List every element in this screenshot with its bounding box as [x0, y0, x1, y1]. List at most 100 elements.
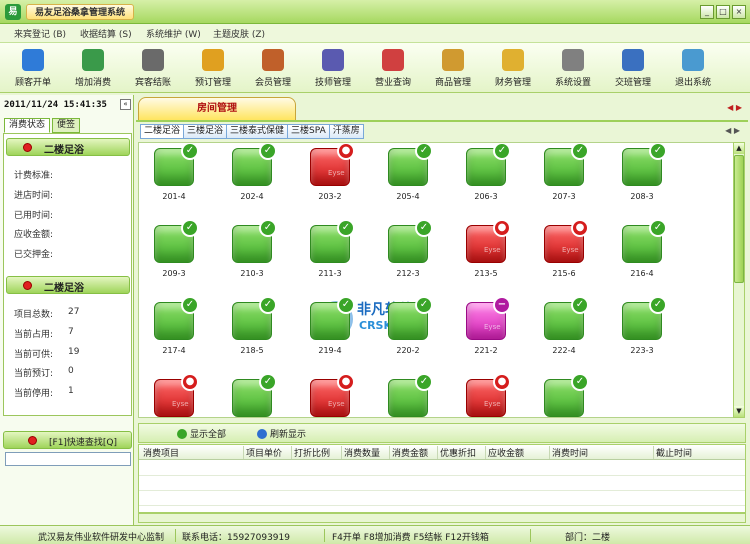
scroll-up-icon[interactable]: ▲ [734, 143, 744, 154]
room-tile[interactable]: ✓ [219, 373, 279, 417]
room-tile[interactable]: ✓ [531, 373, 591, 417]
room-grid-scrollbar[interactable]: ▲ ▼ [733, 142, 745, 418]
room-number: 212-3 [396, 269, 420, 278]
toolbar-button-7[interactable]: 商品管理 [424, 47, 482, 91]
room-tile[interactable]: ✓ 217-4 [141, 296, 201, 362]
menu-bar: 来宾登记 (B) 收据结算 (S) 系统维护 (W) 主题皮肤 (Z) [0, 24, 750, 43]
room-tile[interactable]: ✓ 211-3 [297, 219, 357, 285]
main-area: 房间管理 ◀ ▶ 二楼足浴 三楼足浴 三楼泰式保健 三楼SPA 汗蒸房 ◀ ▶ … [136, 95, 748, 525]
occupied-icon: ● [493, 373, 511, 391]
menu-guest-register[interactable]: 来宾登记 (B) [14, 27, 66, 40]
quick-search-input[interactable] [5, 452, 131, 466]
menu-checkout[interactable]: 收据结算 (S) [80, 27, 132, 40]
toolbar-button-1[interactable]: 增加消费 [64, 47, 122, 91]
toolbar-button-6[interactable]: 营业查询 [364, 47, 422, 91]
room-tile[interactable]: ✓ 216-4 [609, 219, 669, 285]
room-tile[interactable]: Eyse ● [297, 373, 357, 417]
toolbar-button-5[interactable]: 技师管理 [304, 47, 362, 91]
toolbar-button-4[interactable]: 会员管理 [244, 47, 302, 91]
status-phone: 联系电话：15927093919 [182, 533, 290, 543]
col-unit-price[interactable]: 项目单价 [243, 446, 282, 459]
room-tile[interactable]: Eyse ● 213-5 [453, 219, 513, 285]
toolbar-button-0[interactable]: 顾客开单 [4, 47, 62, 91]
toolbar-button-10[interactable]: 交班管理 [604, 47, 662, 91]
floor-tab-3f-spa[interactable]: 三楼SPA [287, 124, 330, 139]
table-row [139, 475, 745, 476]
toolbar-button-9[interactable]: 系统设置 [544, 47, 602, 91]
room-number: 222-4 [552, 346, 576, 355]
toolbar-button-8[interactable]: 财务管理 [484, 47, 542, 91]
floor-tab-3f-thai[interactable]: 三楼泰式保健 [226, 124, 289, 139]
scroll-down-icon[interactable]: ▼ [734, 406, 744, 417]
tab-notes[interactable]: 便签 [52, 118, 81, 133]
room-tile[interactable]: Eyse ● [141, 373, 201, 417]
reserved-icon: − [493, 296, 511, 314]
room-tile[interactable]: Eyse ● 215-6 [531, 219, 591, 285]
room-tile[interactable]: ✓ 208-3 [609, 143, 669, 208]
show-all-button[interactable]: 显示全部 [177, 427, 226, 440]
floor-tab-sauna[interactable]: 汗蒸房 [328, 124, 364, 139]
room-tile[interactable]: ✓ 205-4 [375, 143, 435, 208]
toolbar-button-3[interactable]: 预订管理 [184, 47, 242, 91]
page-nav-arrows-icon[interactable]: ◀ ▶ [727, 103, 742, 112]
minimize-button[interactable]: _ [700, 5, 714, 19]
col-quantity[interactable]: 消费数量 [341, 446, 380, 459]
room-tile[interactable]: ✓ 218-5 [219, 296, 279, 362]
status-shortcuts: F4开单 F8增加消费 F5结帐 F12开钱箱 [332, 533, 489, 543]
close-button[interactable]: × [732, 5, 746, 19]
col-amount[interactable]: 消费金额 [389, 446, 428, 459]
room-section-title: 二楼足浴 [44, 145, 84, 156]
toolbar-button-2[interactable]: 宾客结账 [124, 47, 182, 91]
refresh-button[interactable]: 刷新显示 [257, 427, 306, 440]
room-tile[interactable]: ✓ 201-4 [141, 143, 201, 208]
col-consume-time[interactable]: 消费时间 [549, 446, 588, 459]
room-tile[interactable]: ✓ [375, 373, 435, 417]
status-divider [175, 529, 176, 542]
status-dot-icon [28, 436, 37, 445]
floor-tab-2f-foot[interactable]: 二楼足浴 [140, 124, 185, 139]
available-check-icon: ✓ [181, 143, 199, 160]
col-discount-ratio[interactable]: 打折比例 [291, 446, 330, 459]
menu-theme-skin[interactable]: 主题皮肤 (Z) [213, 27, 265, 40]
col-end-time[interactable]: 截止时间 [653, 446, 692, 459]
room-tile[interactable]: Eyse − 221-2 [453, 296, 513, 362]
toolbar-button-label: 商品管理 [434, 78, 471, 88]
quick-search-header: [F1]快速查找[Q] [3, 431, 132, 449]
tab-consume-status[interactable]: 消费状态 [4, 118, 51, 133]
toolbar-button-label: 顾客开单 [14, 78, 51, 88]
room-tile[interactable]: ✓ 219-4 [297, 296, 357, 362]
room-tile[interactable]: Eyse ● [453, 373, 513, 417]
room-tile[interactable]: ✓ 207-3 [531, 143, 591, 208]
room-tile[interactable]: ✓ 212-3 [375, 219, 435, 285]
available-check-icon: ✓ [649, 143, 667, 160]
room-number: 220-2 [396, 346, 420, 355]
maximize-button[interactable]: □ [716, 5, 730, 19]
toolbar-button-label: 交班管理 [614, 78, 651, 88]
col-item[interactable]: 消费项目 [141, 446, 179, 459]
col-discount[interactable]: 优惠折扣 [437, 446, 476, 459]
room-tile[interactable]: ✓ 209-3 [141, 219, 201, 285]
menu-system-maintenance[interactable]: 系统维护 (W) [146, 27, 201, 40]
occupied-icon: ● [337, 373, 355, 391]
member-icon [262, 49, 284, 71]
available-check-icon: ✓ [649, 219, 667, 237]
room-tile[interactable]: ✓ 220-2 [375, 296, 435, 362]
floor-tab-3f-foot[interactable]: 三楼足浴 [183, 124, 228, 139]
room-tile[interactable]: ✓ 202-4 [219, 143, 279, 208]
scroll-thumb[interactable] [734, 155, 744, 283]
floor-tab-scroll-arrows-icon[interactable]: ◀ ▶ [725, 126, 740, 135]
col-due[interactable]: 应收金额 [485, 446, 524, 459]
reservation-icon [202, 49, 224, 71]
toolbar: 顾客开单 增加消费 宾客结账 预订管理 会员管理 技师管理 营业查询 商品管理 财务管理 系统设置… [0, 43, 750, 93]
stat-disabled-label: 当前停用: [14, 389, 54, 399]
room-tile[interactable]: ✓ 223-3 [609, 296, 669, 362]
status-divider [324, 529, 325, 542]
room-tile[interactable]: ✓ 222-4 [531, 296, 591, 362]
table-horizontal-scrollbar[interactable] [138, 513, 746, 523]
room-tile[interactable]: ✓ 210-3 [219, 219, 279, 285]
toolbar-button-11[interactable]: 退出系统 [664, 47, 722, 91]
collapse-sidebar-button[interactable]: « [120, 99, 131, 110]
tab-room-management[interactable]: 房间管理 [138, 97, 296, 121]
room-tile[interactable]: ✓ 206-3 [453, 143, 513, 208]
room-tile[interactable]: Eyse ● 203-2 [297, 143, 357, 208]
